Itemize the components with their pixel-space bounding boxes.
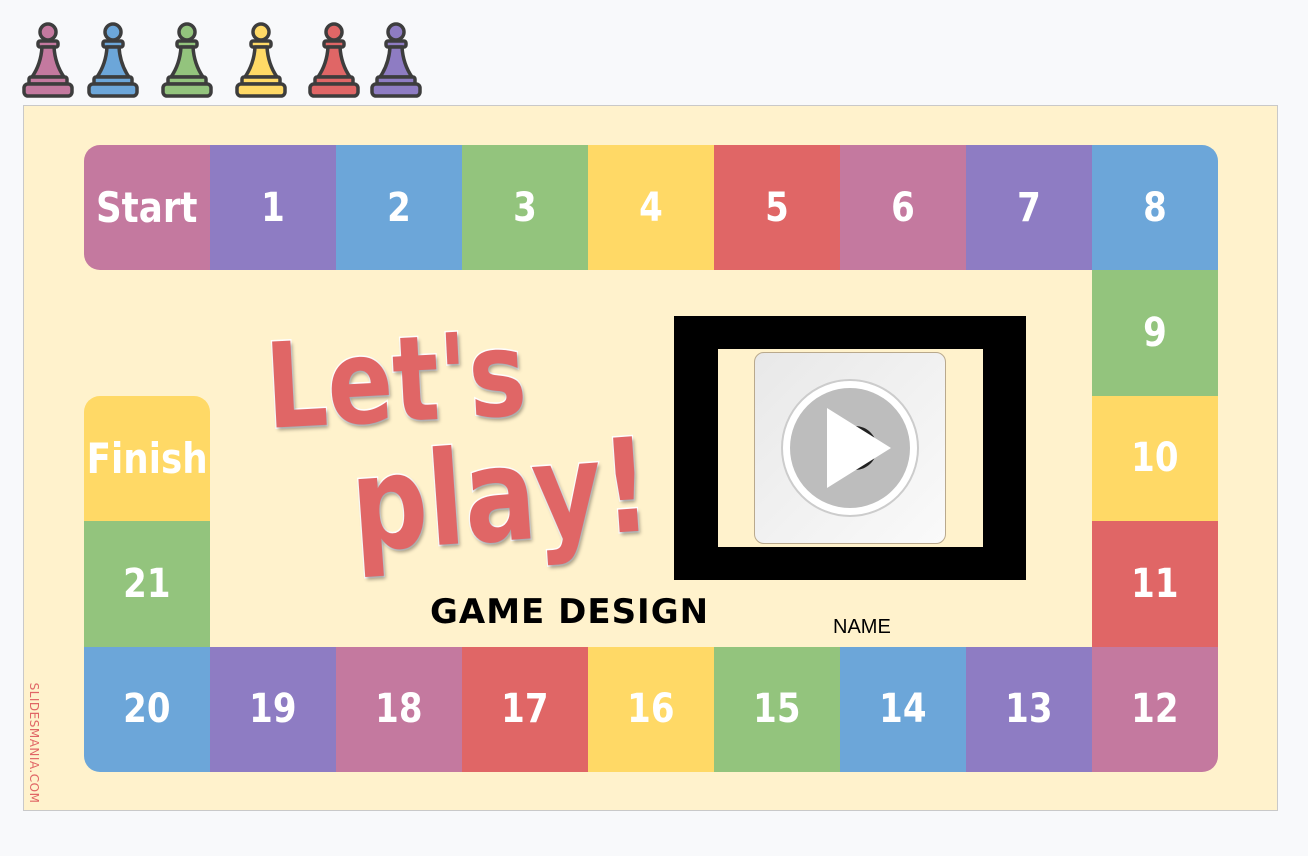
space-label: 4 (639, 184, 663, 231)
space-label: 14 (879, 686, 927, 733)
space-label: 9 (1143, 310, 1167, 357)
space-17: 17 (462, 646, 588, 772)
space-2: 2 (336, 145, 462, 271)
space-label: 6 (891, 184, 915, 231)
pawn-icon[interactable] (21, 20, 75, 100)
space-19: 19 (210, 646, 336, 772)
title-line-2: play! (345, 408, 657, 583)
space-15: 15 (714, 646, 840, 772)
name-label: NAME (833, 616, 891, 638)
space-label: 18 (375, 686, 423, 733)
space-9: 9 (1092, 270, 1218, 396)
space-16: 16 (588, 646, 714, 772)
space-label: 11 (1131, 560, 1179, 607)
space-label: Start (96, 183, 198, 233)
pawn-icon[interactable] (160, 20, 214, 100)
video-player[interactable] (674, 316, 1026, 580)
space-label: 13 (1005, 686, 1053, 733)
space-label: 20 (123, 686, 171, 733)
space-finish: Finish (84, 395, 210, 522)
pawn-icon[interactable] (86, 20, 140, 100)
space-3: 3 (462, 145, 588, 271)
space-12: 12 (1092, 646, 1218, 772)
space-label: 12 (1131, 686, 1179, 733)
space-label: 2 (387, 184, 411, 231)
space-label: 21 (123, 560, 171, 607)
space-20: 20 (84, 646, 210, 772)
pawn-icon[interactable] (369, 20, 423, 100)
space-8: 8 (1092, 145, 1218, 271)
space-start: Start (84, 145, 210, 271)
space-10: 10 (1092, 395, 1218, 522)
space-label: 3 (513, 184, 537, 231)
space-label: 16 (627, 686, 675, 733)
space-label: Finish (86, 433, 208, 483)
space-21: 21 (84, 521, 210, 647)
space-label: 17 (501, 686, 549, 733)
space-5: 5 (714, 145, 840, 271)
space-label: 7 (1017, 184, 1041, 231)
game-board: Start 1 2 3 4 5 6 7 8 9 10 11 12 13 14 15 16 17 18 19 20 21 Fi… (84, 145, 1218, 772)
space-label: 1 (261, 184, 285, 231)
space-label: 8 (1143, 184, 1167, 231)
video-thumbnail (718, 349, 983, 547)
space-14: 14 (840, 646, 966, 772)
space-1: 1 (210, 145, 336, 271)
watermark: SLIDESMANIA.COM (24, 683, 44, 804)
watermark-text: SLIDESMANIA.COM (27, 682, 41, 804)
pawn-icon[interactable] (234, 20, 288, 100)
space-13: 13 (966, 646, 1092, 772)
space-11: 11 (1092, 521, 1218, 647)
subtitle: GAME DESIGN (430, 592, 710, 632)
space-label: 19 (249, 686, 297, 733)
space-label: 5 (765, 184, 789, 231)
space-label: 15 (753, 686, 801, 733)
play-icon (781, 379, 919, 517)
play-button[interactable] (754, 352, 946, 544)
space-4: 4 (588, 145, 714, 271)
space-18: 18 (336, 646, 462, 772)
space-7: 7 (966, 145, 1092, 271)
pawn-icon[interactable] (307, 20, 361, 100)
space-label: 10 (1131, 435, 1179, 482)
space-6: 6 (840, 145, 966, 271)
